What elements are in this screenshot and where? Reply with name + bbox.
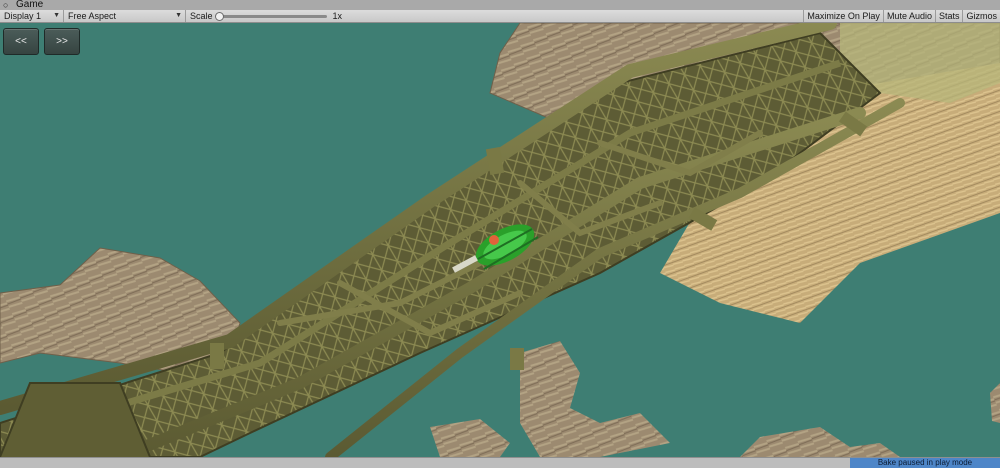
scale-control: Scale 1x: [190, 10, 342, 22]
game-toolbar: Display 1 ▼ Free Aspect ▼ Scale 1x Maxim…: [0, 10, 1000, 23]
status-bar: Bake paused in play mode: [0, 457, 1000, 468]
aspect-dropdown[interactable]: Free Aspect ▼: [64, 10, 186, 22]
maximize-on-play-toggle[interactable]: Maximize On Play: [803, 10, 883, 22]
next-button[interactable]: >>: [44, 28, 80, 55]
game-viewport[interactable]: << >>: [0, 23, 1000, 457]
toolbar-toggles: Maximize On Play Mute Audio Stats Gizmos: [803, 10, 1000, 22]
display-dropdown[interactable]: Display 1 ▼: [0, 10, 64, 22]
gizmos-dropdown[interactable]: Gizmos: [962, 10, 1000, 22]
aspect-dropdown-label: Free Aspect: [68, 11, 117, 21]
scale-slider[interactable]: [214, 11, 327, 21]
stats-toggle[interactable]: Stats: [934, 10, 963, 22]
window-titlebar: ○ Game: [0, 0, 1000, 10]
bake-status-message: Bake paused in play mode: [850, 458, 1000, 468]
scale-slider-thumb[interactable]: [214, 11, 224, 21]
game-controller-icon: ○: [3, 0, 9, 10]
chevron-down-icon: ▼: [53, 12, 60, 19]
scene-render: [0, 23, 1000, 457]
window-title: Game: [16, 0, 44, 10]
scale-label: Scale: [190, 11, 213, 21]
scale-value: 1x: [332, 11, 343, 21]
mute-audio-toggle[interactable]: Mute Audio: [882, 10, 935, 22]
chevron-down-icon: ▼: [175, 12, 182, 19]
prev-button[interactable]: <<: [3, 28, 39, 55]
display-dropdown-label: Display 1: [4, 11, 42, 21]
